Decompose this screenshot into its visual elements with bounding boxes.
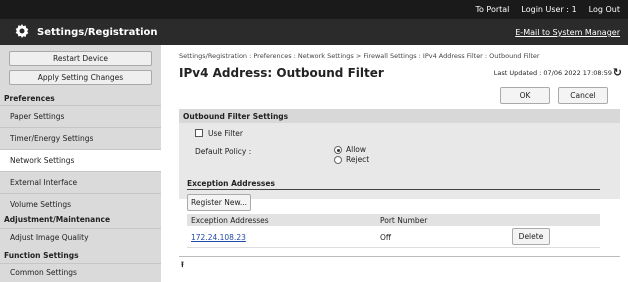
reject-radio[interactable]: [334, 156, 342, 164]
port-number-value: Off: [380, 233, 392, 242]
section-adjustment: Adjustment/Maintenance: [0, 215, 161, 224]
cancel-button[interactable]: Cancel: [558, 87, 608, 104]
scroll-top-icon[interactable]: ⭱: [181, 259, 184, 273]
main-content: Settings/Registration : Preferences : Ne…: [170, 45, 628, 282]
page-title: IPv4 Address: Outbound Filter: [179, 66, 384, 80]
ok-button[interactable]: OK: [500, 87, 550, 104]
gear-icon: [15, 24, 29, 38]
allow-radio[interactable]: [334, 146, 342, 154]
sidebar-item-image-quality[interactable]: Adjust Image Quality: [0, 228, 161, 246]
table-row: 172.24.108.23 Off Delete: [187, 226, 600, 248]
email-system-manager-link[interactable]: E-Mail to System Manager: [515, 28, 620, 37]
delete-button[interactable]: Delete: [512, 228, 550, 245]
col-port-number: Port Number: [380, 216, 428, 225]
table-header: Exception Addresses Port Number: [187, 214, 600, 226]
last-updated: Last Updated : 07/06 2022 17:08:59: [493, 69, 612, 77]
section-function: Function Settings: [0, 251, 161, 260]
reject-label: Reject: [346, 155, 370, 164]
sidebar-item-network[interactable]: Network Settings: [0, 149, 161, 171]
login-user-label: Login User : 1: [521, 5, 577, 14]
breadcrumb: Settings/Registration : Preferences : Ne…: [179, 52, 540, 60]
default-policy-label: Default Policy :: [195, 147, 252, 156]
restart-device-button[interactable]: Restart Device: [9, 51, 152, 66]
register-new-button[interactable]: Register New...: [187, 194, 251, 211]
app-header: Settings/Registration E-Mail to System M…: [0, 19, 628, 45]
exception-address-link[interactable]: 172.24.108.23: [191, 233, 246, 242]
use-filter-checkbox[interactable]: [195, 129, 203, 137]
sidebar-item-paper[interactable]: Paper Settings: [0, 105, 161, 127]
allow-label: Allow: [346, 145, 367, 154]
refresh-icon[interactable]: ↻: [613, 66, 622, 79]
col-exception-addresses: Exception Addresses: [191, 216, 269, 225]
logout-link[interactable]: Log Out: [589, 5, 620, 14]
sidebar-item-timer[interactable]: Timer/Energy Settings: [0, 127, 161, 149]
exception-addresses-heading: Exception Addresses: [187, 179, 600, 190]
use-filter-label: Use Filter: [208, 129, 243, 138]
top-bar: To Portal Login User : 1 Log Out: [0, 0, 628, 19]
panel-title: Outbound Filter Settings: [179, 109, 620, 123]
sidebar: Restart Device Apply Setting Changes Pre…: [0, 45, 161, 282]
apply-changes-button[interactable]: Apply Setting Changes: [9, 70, 152, 85]
sidebar-item-external[interactable]: External Interface: [0, 171, 161, 193]
sidebar-item-common[interactable]: Common Settings: [0, 263, 161, 281]
to-portal-link[interactable]: To Portal: [475, 5, 509, 14]
divider: [179, 256, 620, 257]
app-title: Settings/Registration: [37, 27, 158, 38]
sidebar-item-volume[interactable]: Volume Settings: [0, 193, 161, 215]
exception-table: Exception Addresses Port Number 172.24.1…: [187, 214, 600, 248]
section-preferences: Preferences: [0, 94, 161, 103]
